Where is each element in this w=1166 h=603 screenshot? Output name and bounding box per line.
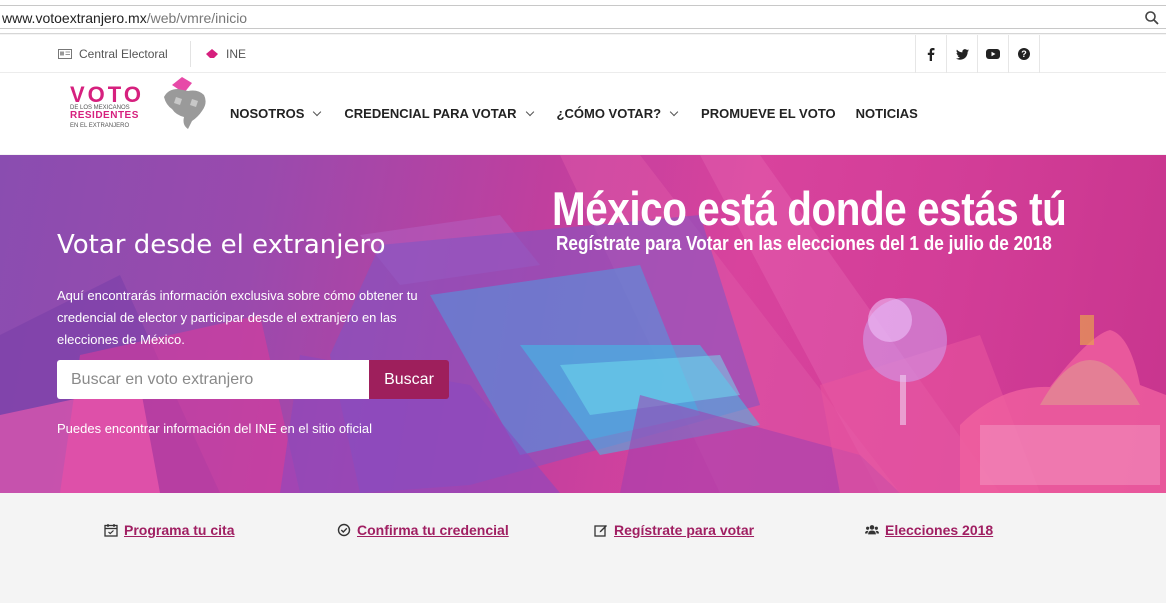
hero-subheadline: Regístrate para Votar en las elecciones … <box>556 233 1052 255</box>
registrate-link[interactable]: Regístrate para votar <box>594 522 754 538</box>
divider <box>190 41 191 67</box>
social-links: ? <box>915 35 1040 73</box>
hero-headline: México está donde estás tú <box>552 182 1067 235</box>
site-logo[interactable]: VOTO DE LOS MEXICANOS RESIDENTES EN EL E… <box>66 75 212 137</box>
nav-label: PROMUEVE EL VOTO <box>701 106 836 121</box>
calendar-icon <box>104 524 118 537</box>
search-form: Buscar <box>57 360 449 399</box>
elecciones-2018-label: Elecciones 2018 <box>885 522 994 538</box>
ine-label: INE <box>226 47 247 61</box>
svg-text:?: ? <box>1021 49 1027 59</box>
id-card-icon <box>58 49 72 59</box>
nav-label: NOSOTROS <box>230 106 305 121</box>
confirma-credencial-label: Confirma tu credencial <box>357 522 509 538</box>
nav-item-como-votar[interactable]: ¿CÓMO VOTAR? <box>556 106 679 121</box>
youtube-icon[interactable] <box>978 35 1009 73</box>
check-circle-icon <box>337 523 351 537</box>
browser-url-bar: www.votoextranjero.mx/web/vmre/inicio <box>0 0 1166 34</box>
programa-cita-label: Programa tu cita <box>124 522 235 538</box>
elecciones-2018-link[interactable]: Elecciones 2018 <box>865 522 993 538</box>
nav-label: CREDENCIAL PARA VOTAR <box>344 106 517 121</box>
search-input[interactable] <box>57 360 369 399</box>
help-icon[interactable]: ? <box>1009 35 1040 73</box>
chevron-down-icon <box>525 107 534 116</box>
url-path: /web/vmre/inicio <box>146 10 248 26</box>
nav-label: NOTICIAS <box>855 106 918 121</box>
hero-description: Aquí encontrarás información exclusiva s… <box>57 288 418 347</box>
main-navbar: VOTO DE LOS MEXICANOS RESIDENTES EN EL E… <box>0 73 1166 154</box>
search-icon[interactable] <box>1144 10 1160 26</box>
url-domain: www.votoextranjero.mx <box>2 10 147 26</box>
ine-info-link[interactable]: Puedes encontrar información del INE en … <box>57 421 372 436</box>
ine-logo-icon <box>206 49 218 58</box>
facebook-icon[interactable] <box>916 35 947 73</box>
nav-menu: NOSOTROS CREDENCIAL PARA VOTAR ¿CÓMO VOT… <box>230 106 942 121</box>
users-icon <box>865 525 879 535</box>
registrate-label: Regístrate para votar <box>614 522 755 538</box>
chevron-down-icon <box>669 107 679 116</box>
quick-links: Programa tu cita Confirma tu credencial … <box>0 493 1166 603</box>
programa-cita-link[interactable]: Programa tu cita <box>104 522 234 538</box>
nav-item-promueve[interactable]: PROMUEVE EL VOTO <box>701 106 836 121</box>
twitter-icon[interactable] <box>947 35 978 73</box>
central-electoral-label: Central Electoral <box>79 47 168 61</box>
logo-line3: EN EL EXTRANJERO <box>70 123 130 129</box>
logo-line2: RESIDENTES <box>70 110 139 121</box>
central-electoral-link[interactable]: Central Electoral <box>58 47 168 61</box>
nav-label: ¿CÓMO VOTAR? <box>556 106 662 121</box>
search-button[interactable]: Buscar <box>369 360 449 399</box>
hero-banner: México está donde estás tú Regístrate pa… <box>0 155 1166 493</box>
hero-title: Votar desde el extranjero <box>57 230 386 260</box>
ine-link[interactable]: INE <box>205 47 246 61</box>
nav-item-noticias[interactable]: NOTICIAS <box>856 106 918 121</box>
ballot-globe-icon <box>164 77 206 129</box>
nav-item-nosotros[interactable]: NOSOTROS <box>230 106 322 121</box>
chevron-down-icon <box>313 107 322 116</box>
utility-bar: Central Electoral INE ? <box>0 35 1166 73</box>
url-text[interactable]: www.votoextranjero.mx/web/vmre/inicio <box>2 10 247 26</box>
confirma-credencial-link[interactable]: Confirma tu credencial <box>337 522 509 538</box>
nav-item-credencial[interactable]: CREDENCIAL PARA VOTAR <box>344 106 534 121</box>
address-field[interactable]: www.votoextranjero.mx/web/vmre/inicio <box>0 5 1166 29</box>
edit-icon <box>594 525 607 537</box>
